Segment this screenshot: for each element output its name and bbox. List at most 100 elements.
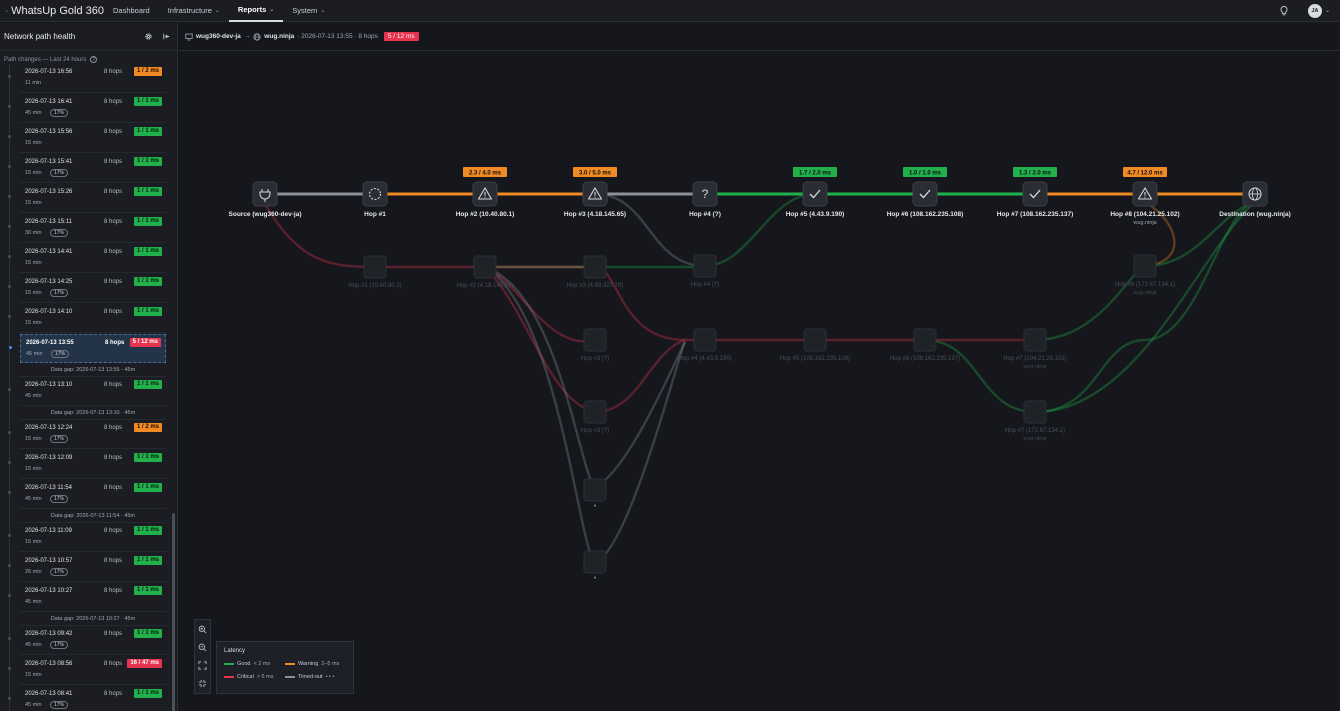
avatar[interactable]: JA <box>1307 3 1322 18</box>
path-change-entry[interactable]: 2026-07-13 08:56 8 hops 15 min 16 / 47 ms <box>8 656 166 685</box>
ghost-node[interactable]: • <box>583 550 607 582</box>
nav-dashboard[interactable]: Dashboard <box>104 0 159 22</box>
path-change-entry[interactable]: 2026-07-13 16:56 8 hops 11 min 1 / 2 ms <box>8 64 166 93</box>
entry-percent-badge: 17% <box>51 350 70 358</box>
path-node-box <box>802 181 828 207</box>
fit-view-icon[interactable] <box>198 661 207 670</box>
ghost-node[interactable]: Hop #3 (?) <box>581 328 609 362</box>
zoom-in-icon[interactable] <box>198 625 207 634</box>
ghost-node-box <box>1023 328 1047 352</box>
entry-duration: 26 min <box>25 569 42 575</box>
ghost-node[interactable]: Hop #3 (?) <box>581 400 609 434</box>
path-node[interactable]: Hop #8 (104.21.25.102) wug.ninja 4.7 / 12.… <box>1110 167 1180 226</box>
main-nodes: Source (wug360-dev-ja) Hop #1 Hop #2 (10.4… <box>229 167 1291 226</box>
ghost-node[interactable]: Hop #5 (108.162.235.108) <box>780 328 850 362</box>
path-change-entry[interactable]: 2026-07-13 11:09 8 hops 15 min 1 / 1 ms <box>8 523 166 552</box>
entry-datetime: 2026-07-13 14:41 <box>25 249 73 255</box>
ghost-node[interactable]: Hop #2 (4.18.145.65) <box>457 255 514 289</box>
entry-duration: 45 min <box>25 496 42 502</box>
breadcrumb-destination[interactable]: wug.ninja <box>264 33 294 40</box>
nav-right: JA ⌄ <box>1278 3 1340 18</box>
ghost-node[interactable]: Hop #1 (10.40.80.1) <box>348 255 402 289</box>
path-node[interactable]: Source (wug360-dev-ja) <box>229 181 302 218</box>
ghost-node[interactable]: Hop #3 (4.69.327.78) <box>567 255 624 289</box>
path-node-label: Hop #6 (108.162.235.108) <box>887 211 964 218</box>
scrollbar[interactable] <box>172 513 175 711</box>
nav-infrastructure[interactable]: Infrastructure ⌄ <box>159 0 229 22</box>
ghost-node-box <box>583 328 607 352</box>
sidebar-subtitle: Path changes — Last 24 hours ? <box>0 51 177 64</box>
path-node[interactable]: Hop #1 <box>362 181 388 218</box>
ghost-nodes: Hop #1 (10.40.80.1) Hop #2 (4.18.145.65) H… <box>348 254 1175 582</box>
nav-system[interactable]: System ⌄ <box>283 0 334 22</box>
entry-latency-badge: 5 / 12 ms <box>129 338 161 347</box>
entry-latency-badge: 1 / 1 ms <box>133 187 162 196</box>
entry-percent-badge: 17% <box>50 109 69 117</box>
entry-latency-badge: 1 / 1 ms <box>133 157 162 166</box>
entry-hops: 8 hops <box>104 691 123 697</box>
path-graph[interactable]: Hop #1 (10.40.80.1) Hop #2 (4.18.145.65) H… <box>179 52 1340 711</box>
entry-hops: 8 hops <box>105 340 125 346</box>
path-node[interactable]: Destination (wug.ninja) <box>1219 181 1291 218</box>
path-change-entry[interactable]: 2026-07-13 11:54 8 hops 45 min 17% 1 / 1 ms <box>8 480 166 509</box>
entry-duration: 15 min <box>25 260 42 266</box>
entry-duration: 45 min <box>25 393 42 399</box>
globe-icon <box>253 32 261 41</box>
path-map[interactable]: Hop #1 (10.40.80.1) Hop #2 (4.18.145.65) H… <box>179 52 1340 711</box>
entry-datetime: 2026-07-13 14:10 <box>25 309 73 315</box>
ghost-node[interactable]: • <box>583 478 607 510</box>
entry-latency-badge: 1 / 1 ms <box>133 629 162 638</box>
entry-duration: 15 min <box>25 436 42 442</box>
path-change-entry[interactable]: 2026-07-13 14:10 8 hops 15 min 1 / 1 ms <box>8 304 166 333</box>
path-change-entry[interactable]: 2026-07-13 15:41 8 hops 15 min 17% 1 / 1 ms <box>8 154 166 183</box>
path-change-entry[interactable]: 2026-07-13 09:42 8 hops 45 min 17% 1 / 1 ms <box>8 626 166 655</box>
brand[interactable]: WhatsUp Gold 360 <box>0 5 104 17</box>
entry-latency-badge: 1 / 1 ms <box>133 217 162 226</box>
timeline-dot <box>8 105 11 108</box>
data-gap: Data gap: 2026-07-13 13:55 · 45m <box>20 364 166 377</box>
lightbulb-icon[interactable] <box>1278 5 1290 17</box>
path-change-entry[interactable]: 2026-07-13 12:09 8 hops 15 min 1 / 1 ms <box>8 450 166 479</box>
ghost-node[interactable]: Hop #8 (172.67.134.1) wug.ninja <box>1115 254 1175 296</box>
path-change-entry[interactable]: 2026-07-13 15:26 8 hops 15 min 1 / 1 ms <box>8 184 166 213</box>
nav-dashboard-label: Dashboard <box>113 6 150 15</box>
ghost-node[interactable]: Hop #7 (104.21.25.102) wug.ninja <box>1003 328 1067 370</box>
path-change-entry[interactable]: 2026-07-13 10:27 8 hops 45 min 1 / 1 ms <box>8 583 166 612</box>
gear-icon[interactable] <box>144 32 153 41</box>
timeline-dot <box>8 637 11 640</box>
legend-good: Good < 2 ms <box>224 661 285 667</box>
help-icon[interactable]: ? <box>90 56 98 63</box>
collapse-panel-icon[interactable] <box>162 32 171 41</box>
entry-datetime: 2026-07-13 15:26 <box>25 189 73 195</box>
entry-datetime: 2026-07-13 15:11 <box>25 219 72 225</box>
path-change-entry[interactable]: 2026-07-13 16:41 8 hops 45 min 17% 1 / 1 ms <box>8 94 166 123</box>
ghost-node-box <box>583 255 607 279</box>
nav-reports[interactable]: Reports ⌄ <box>228 0 284 22</box>
entry-latency-badge: 1 / 1 ms <box>133 277 162 286</box>
ghost-link <box>594 338 686 414</box>
entry-duration: 45 min <box>25 110 42 116</box>
path-node[interactable]: ? Hop #4 (?) <box>689 181 721 218</box>
ghost-node-box <box>913 328 937 352</box>
chevron-down-icon[interactable]: ⌄ <box>1325 7 1330 14</box>
timeline-dot <box>8 491 11 494</box>
path-change-entry[interactable]: 2026-07-13 15:11 8 hops 30 min 17% 1 / 1 ms <box>8 214 166 243</box>
path-change-entry[interactable]: 2026-07-13 13:10 8 hops 45 min 1 / 1 ms <box>8 377 166 406</box>
path-change-entry[interactable]: 2026-07-13 08:41 8 hops 45 min 17% 1 / 1 ms <box>8 686 166 711</box>
reset-view-icon[interactable] <box>198 679 207 688</box>
path-node-box <box>362 181 388 207</box>
breadcrumb-source[interactable]: wug360-dev-ja <box>196 33 241 40</box>
ghost-node-box <box>1133 254 1157 278</box>
path-change-entry[interactable]: 2026-07-13 12:24 8 hops 15 min 17% 1 / 2 ms <box>8 420 166 449</box>
entry-latency-badge: 1 / 1 ms <box>133 127 162 136</box>
sidebar: Network path health Path changes — Last … <box>0 23 178 711</box>
zoom-out-icon[interactable] <box>198 643 207 652</box>
ghost-node[interactable]: Hop #4 (4.43.9.190) <box>678 328 732 362</box>
path-node-label: Hop #7 (108.162.235.137) <box>997 211 1074 218</box>
path-change-entry[interactable]: 2026-07-13 15:56 8 hops 15 min 1 / 1 ms <box>8 124 166 153</box>
path-change-entry[interactable]: 2026-07-13 14:41 8 hops 15 min 1 / 1 ms <box>8 244 166 273</box>
path-change-entry[interactable]: 2026-07-13 10:57 8 hops 26 min 17% 1 / 1 ms <box>8 553 166 582</box>
ghost-node[interactable]: Hop #4 (?) <box>691 254 719 288</box>
path-change-entry[interactable]: 2026-07-13 14:25 8 hops 15 min 17% 1 / 1 ms <box>8 274 166 303</box>
path-change-entry[interactable]: 2026-07-13 13:55 8 hops 45 min 17% 5 / 12 ms <box>9 334 166 363</box>
